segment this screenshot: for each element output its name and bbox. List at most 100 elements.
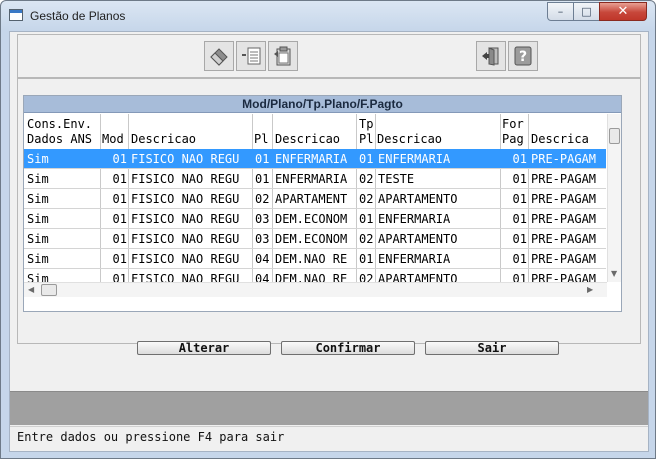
help-icon: ? [514, 46, 532, 66]
cell-tp: 02 [359, 232, 374, 246]
cell-for: 01 [512, 192, 527, 206]
cell-tp: 02 [359, 192, 374, 206]
cell-descricao-3: APARTAMENTO [378, 232, 458, 246]
cell-for: 01 [512, 152, 527, 166]
sair-button[interactable]: Sair [425, 341, 559, 355]
maximize-button[interactable]: □ [573, 2, 600, 21]
vertical-scrollbar[interactable]: ▼ [607, 114, 621, 282]
cell-descricao-1: FISICO NAO REGU [131, 152, 240, 166]
table-row[interactable]: Sim 01 FISICO NAO REGU 04 DEM.NAO RE 01 … [24, 249, 606, 269]
cell-for: 01 [512, 252, 527, 266]
scroll-down-icon[interactable]: ▼ [611, 269, 617, 279]
header-cons-line1: Cons.Env. [27, 117, 93, 131]
cell-descricao-1: FISICO NAO REGU [131, 192, 240, 206]
list-icon [242, 47, 261, 65]
list-button[interactable] [236, 41, 266, 71]
window-title: Gestão de Planos [30, 9, 126, 23]
eraser-button[interactable] [204, 41, 234, 71]
plans-grid: Mod/Plano/Tp.Plano/F.Pagto Cons.Env. Dad… [23, 95, 622, 312]
cell-tp: 02 [359, 172, 374, 186]
cell-for: 01 [512, 172, 527, 186]
grid-title: Mod/Plano/Tp.Plano/F.Pagto [24, 96, 621, 113]
scroll-right-icon[interactable]: ▶ [587, 285, 593, 295]
cell-pl: 01 [255, 172, 270, 186]
cell-mod: 01 [112, 212, 127, 226]
header-descricao-2: Descricao [275, 132, 341, 146]
alterar-button[interactable]: Alterar [137, 341, 271, 355]
help-button[interactable]: ? [508, 41, 538, 71]
cell-descricao-1: FISICO NAO REGU [131, 212, 240, 226]
clipboard-button[interactable] [268, 41, 298, 71]
status-bar: Entre dados ou pressione F4 para sair [10, 426, 648, 451]
cell-tp: 01 [359, 212, 374, 226]
table-row[interactable]: Sim 01 FISICO NAO REGU 03 DEM.ECONOM 01 … [24, 209, 606, 229]
header-tp-line1: Tp [359, 117, 374, 131]
cell-pl: 02 [255, 192, 270, 206]
svg-text:?: ? [519, 49, 527, 65]
app-window: Gestão de Planos – □ ✕ ? Mod/Plano/Tp.Pl… [0, 0, 656, 459]
cell-pl: 01 [255, 152, 270, 166]
cell-descricao-2: ENFERMARIA [275, 152, 348, 166]
vertical-scroll-thumb[interactable] [609, 128, 620, 144]
cell-descricao-3: TESTE [378, 172, 415, 186]
cell-mod: 01 [112, 152, 127, 166]
table-row[interactable]: Sim 01 FISICO NAO REGU 03 DEM.ECONOM 02 … [24, 229, 606, 249]
header-cons-line2: Dados ANS [27, 132, 93, 146]
cell-pl: 04 [255, 252, 270, 266]
cell-descricao-2: DEM.ECONOM [275, 212, 348, 226]
cell-tp: 01 [359, 252, 374, 266]
header-pl: Pl [254, 132, 269, 146]
table-row[interactable]: Sim 01 FISICO NAO REGU 02 APARTAMENT 02 … [24, 189, 606, 209]
cell-tp: 01 [359, 152, 374, 166]
exit-door-icon [482, 47, 499, 66]
table-row[interactable]: Sim 01 FISICO NAO REGU 01 ENFERMARIA 01 … [24, 149, 606, 169]
cell-descricao-4: PRE-PAGAM [531, 212, 597, 226]
cell-descricao-2: APARTAMENT [275, 192, 348, 206]
cell-cons: Sim [27, 252, 49, 266]
toolbar: ? [17, 34, 641, 78]
cell-descricao-2: DEM.ECONOM [275, 232, 348, 246]
cell-cons: Sim [27, 152, 49, 166]
cell-for: 01 [512, 212, 527, 226]
close-button[interactable]: ✕ [599, 2, 647, 21]
bottom-bar [10, 391, 648, 425]
exit-button[interactable] [476, 41, 506, 71]
header-mod: Mod [102, 132, 124, 146]
header-descricao-3: Descricao [377, 132, 443, 146]
cell-pl: 03 [255, 232, 270, 246]
confirmar-button[interactable]: Confirmar [281, 341, 415, 355]
title-bar[interactable]: Gestão de Planos – □ ✕ [1, 1, 655, 31]
scroll-left-icon[interactable]: ◀ [28, 285, 34, 295]
cell-descricao-3: ENFERMARIA [378, 152, 451, 166]
header-tp-line2: Pl [359, 132, 374, 146]
cell-mod: 01 [112, 172, 127, 186]
cell-mod: 01 [112, 232, 127, 246]
cell-mod: 01 [112, 252, 127, 266]
horizontal-scrollbar[interactable]: ◀ ▶ [24, 282, 607, 297]
clipboard-icon [274, 46, 291, 66]
table-row[interactable]: Sim 01 FISICO NAO REGU 01 ENFERMARIA 02 … [24, 169, 606, 189]
cell-cons: Sim [27, 192, 49, 206]
cell-descricao-3: APARTAMENTO [378, 192, 458, 206]
cell-descricao-4: PRE-PAGAM [531, 252, 597, 266]
cell-descricao-4: PRE-PAGAM [531, 192, 597, 206]
cell-descricao-4: PRE-PAGAM [531, 172, 597, 186]
cell-cons: Sim [27, 232, 49, 246]
cell-descricao-3: ENFERMARIA [378, 212, 451, 226]
cell-descricao-1: FISICO NAO REGU [131, 232, 240, 246]
cell-mod: 01 [112, 192, 127, 206]
cell-pl: 03 [255, 212, 270, 226]
client-area: ? Mod/Plano/Tp.Plano/F.Pagto Cons.Env. D… [9, 31, 649, 452]
cell-descricao-2: ENFERMARIA [275, 172, 348, 186]
cell-descricao-4: PRE-PAGAM [531, 152, 597, 166]
minimize-button[interactable]: – [547, 2, 574, 21]
cell-descricao-1: FISICO NAO REGU [131, 172, 240, 186]
horizontal-scroll-thumb[interactable] [41, 284, 57, 296]
header-descricao-1: Descricao [131, 132, 197, 146]
cell-descricao-4: PRE-PAGAM [531, 232, 597, 246]
cell-descricao-2: DEM.NAO RE [275, 252, 348, 266]
app-icon [9, 9, 23, 21]
cell-for: 01 [512, 232, 527, 246]
eraser-icon [210, 48, 228, 66]
cell-cons: Sim [27, 172, 49, 186]
